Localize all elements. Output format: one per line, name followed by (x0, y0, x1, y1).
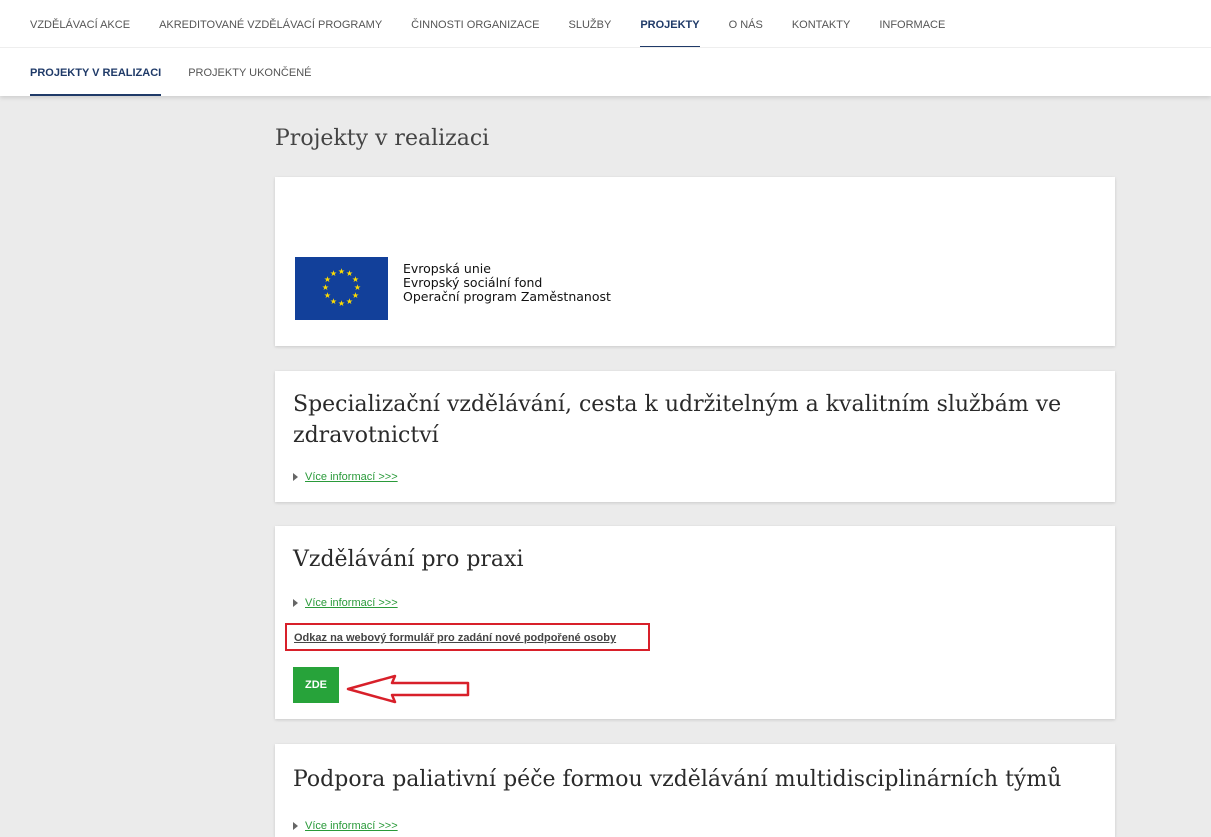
top-navigation: VZDĚLÁVACÍ AKCE AKREDITOVANÉ VZDĚLÁVACÍ … (0, 0, 1211, 96)
nav-projekty[interactable]: PROJEKTY (640, 0, 700, 48)
triangle-right-icon (293, 822, 298, 830)
page-title: Projekty v realizaci (275, 126, 490, 151)
form-link-highlight: Odkaz na webový formulář pro zadání nové… (285, 623, 650, 651)
nav-vzdelavaci-akce[interactable]: VZDĚLÁVACÍ AKCE (30, 0, 130, 48)
nav-kontakty[interactable]: KONTAKTY (792, 0, 850, 48)
more-info-link[interactable]: Více informací >>> (305, 471, 398, 483)
eu-flag-icon: ★ ★ ★ ★ ★ ★ ★ ★ ★ ★ ★ ★ (295, 257, 388, 320)
subnav-projekty-ukoncene[interactable]: PROJEKTY UKONČENÉ (188, 50, 311, 96)
nav-cinnosti-organizace[interactable]: ČINNOSTI ORGANIZACE (411, 0, 539, 48)
svg-text:★: ★ (324, 291, 331, 300)
svg-text:★: ★ (338, 299, 345, 308)
nav-divider (0, 47, 1211, 48)
eu-line-3: Operační program Zaměstnanost (403, 289, 611, 304)
svg-text:★: ★ (322, 283, 329, 292)
eu-logo-text: Evropská unie Evropský sociální fond Ope… (403, 262, 611, 304)
more-info-link[interactable]: Více informací >>> (305, 820, 398, 832)
subnav-projekty-v-realizaci[interactable]: PROJEKTY V REALIZACI (30, 50, 162, 96)
main-nav: VZDĚLÁVACÍ AKCE AKREDITOVANÉ VZDĚLÁVACÍ … (30, 0, 974, 48)
svg-text:★: ★ (330, 269, 337, 278)
project-title: Specializační vzdělávání, cesta k udržit… (293, 392, 1062, 448)
nav-o-nas[interactable]: O NÁS (729, 0, 763, 48)
more-info: Více informací >>> (293, 471, 398, 483)
svg-text:★: ★ (346, 297, 353, 306)
more-info: Více informací >>> (293, 597, 398, 609)
project-card: Podpora paliativní péče formou vzděláván… (275, 744, 1115, 837)
eu-line-2: Evropský sociální fond (403, 275, 543, 290)
form-link[interactable]: Odkaz na webový formulář pro zadání nové… (294, 632, 616, 644)
nav-informace[interactable]: INFORMACE (879, 0, 945, 48)
project-title: Vzdělávání pro praxi (293, 547, 524, 572)
svg-text:★: ★ (338, 267, 345, 276)
project-title: Podpora paliativní péče formou vzděláván… (293, 767, 1062, 792)
triangle-right-icon (293, 473, 298, 481)
triangle-right-icon (293, 599, 298, 607)
nav-sluzby[interactable]: SLUŽBY (569, 0, 612, 48)
zde-button[interactable]: ZDE (293, 667, 339, 703)
red-arrow-icon (346, 674, 470, 704)
more-info-link[interactable]: Více informací >>> (305, 597, 398, 609)
nav-akreditovane-programy[interactable]: AKREDITOVANÉ VZDĚLÁVACÍ PROGRAMY (159, 0, 382, 48)
eu-line-1: Evropská unie (403, 261, 491, 276)
eu-logo-card: ★ ★ ★ ★ ★ ★ ★ ★ ★ ★ ★ ★ Evropská unie Ev… (275, 177, 1115, 346)
more-info: Více informací >>> (293, 820, 398, 832)
project-card: Specializační vzdělávání, cesta k udržit… (275, 371, 1115, 502)
sub-nav: PROJEKTY V REALIZACI PROJEKTY UKONČENÉ (30, 50, 339, 96)
